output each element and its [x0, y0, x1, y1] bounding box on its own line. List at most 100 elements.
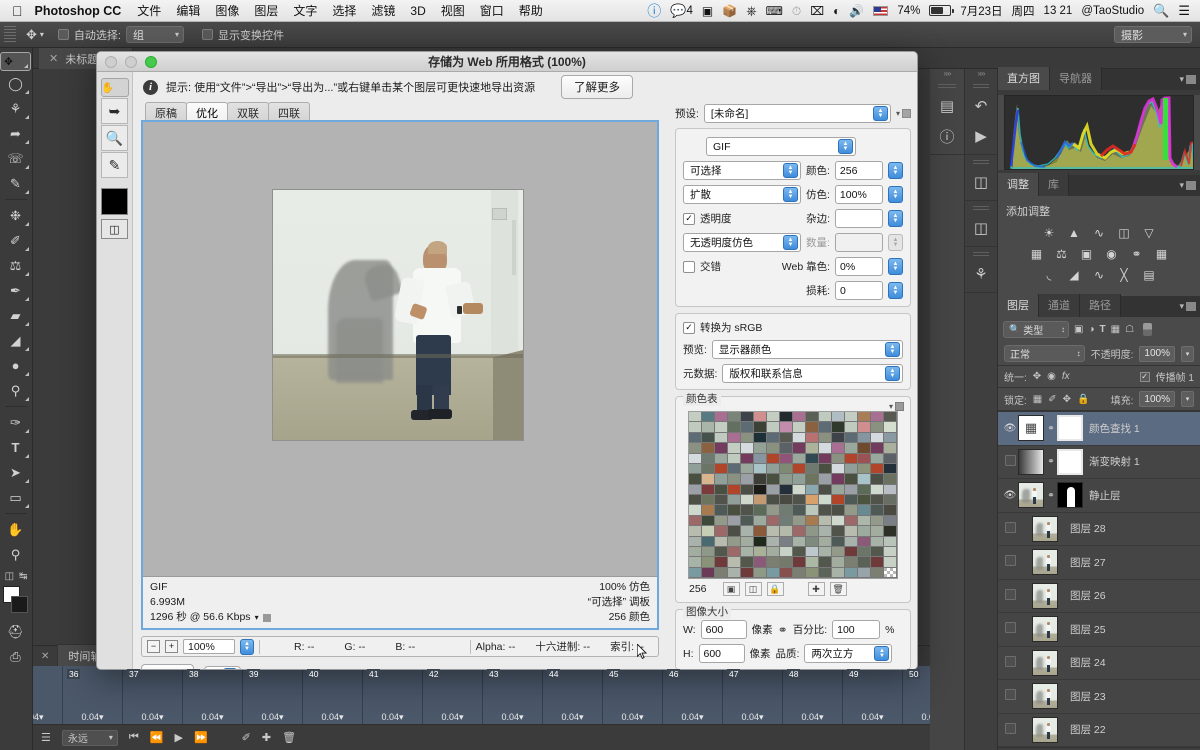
- screen-mode-toggle[interactable]: ⎙: [0, 644, 31, 669]
- color-swatch[interactable]: [741, 443, 754, 453]
- blend-mode-select[interactable]: 正常: [1004, 345, 1085, 362]
- color-swatch[interactable]: [819, 537, 832, 547]
- menu-layer[interactable]: 图层: [254, 2, 278, 19]
- color-swatch[interactable]: [689, 516, 702, 526]
- color-swatch[interactable]: [819, 474, 832, 484]
- layer-thumbnail[interactable]: ▦: [1018, 415, 1044, 441]
- color-swatch[interactable]: [780, 495, 793, 505]
- tab-layers[interactable]: 图层: [998, 294, 1039, 317]
- zoom-tool[interactable]: 🔍: [101, 125, 128, 151]
- dodge-tool[interactable]: ⚲: [0, 378, 31, 403]
- timeline-frame[interactable]: 43 0.04▾: [483, 666, 543, 724]
- matte-stepper[interactable]: ▲▼: [888, 210, 903, 227]
- lock-position-icon[interactable]: ✥: [1063, 394, 1071, 405]
- color-swatch[interactable]: [689, 568, 702, 578]
- path-selection-tool[interactable]: ➤: [0, 460, 31, 485]
- delete-color-icon[interactable]: 🗑: [830, 582, 847, 596]
- menu-filter[interactable]: 滤镜: [371, 2, 395, 19]
- color-swatch[interactable]: [832, 547, 845, 557]
- color-swatch[interactable]: [793, 557, 806, 567]
- timeline-frame[interactable]: 44 0.04▾: [543, 666, 603, 724]
- color-swatch[interactable]: [806, 526, 819, 536]
- web-snap-input[interactable]: 0%: [835, 257, 883, 276]
- color-swatch[interactable]: [884, 526, 897, 536]
- history-brush-tool[interactable]: ✒: [0, 278, 31, 303]
- frame-delay[interactable]: 0.04▾: [183, 712, 242, 723]
- color-swatch[interactable]: [702, 516, 715, 526]
- frame-delay[interactable]: 0.04▾: [123, 712, 182, 723]
- notification-center-icon[interactable]: ☰: [1178, 4, 1190, 17]
- color-balance-icon[interactable]: ⚖: [1053, 246, 1070, 261]
- layer-thumbnail[interactable]: [1032, 683, 1058, 709]
- timeline-frame[interactable]: 50 0.04▾: [903, 666, 930, 724]
- frame-delay[interactable]: 0.04▾: [63, 712, 122, 723]
- color-swatch[interactable]: [806, 422, 819, 432]
- color-swatch[interactable]: [858, 422, 871, 432]
- color-swatch[interactable]: [689, 454, 702, 464]
- timeline-frame[interactable]: 49 0.04▾: [843, 666, 903, 724]
- color-swatch[interactable]: [806, 568, 819, 578]
- keyboard-icon[interactable]: ⌨: [766, 5, 783, 17]
- black-white-icon[interactable]: ▣: [1078, 246, 1095, 261]
- color-swatch[interactable]: [819, 464, 832, 474]
- color-swatch[interactable]: [858, 464, 871, 474]
- color-swatch[interactable]: [702, 474, 715, 484]
- close-window-button[interactable]: [105, 56, 117, 68]
- color-swatch[interactable]: [793, 537, 806, 547]
- color-swatch[interactable]: [689, 412, 702, 422]
- unify-visibility-icon[interactable]: ◉: [1047, 371, 1056, 382]
- smart-filter-icon[interactable]: ☖: [1125, 324, 1134, 335]
- color-swatch[interactable]: [793, 547, 806, 557]
- color-swatch[interactable]: [702, 557, 715, 567]
- zoom-in-button[interactable]: +: [165, 640, 178, 653]
- color-swatch[interactable]: [754, 412, 767, 422]
- layer-comps-panel-icon[interactable]: ◫: [965, 167, 997, 197]
- selective-color-icon[interactable]: ╳: [1116, 267, 1133, 282]
- properties-panel-icon[interactable]: ▤: [930, 91, 964, 121]
- curves-icon[interactable]: ∿: [1091, 225, 1108, 240]
- color-swatch[interactable]: [832, 485, 845, 495]
- dither-algorithm-select[interactable]: 扩散 ▲▼: [683, 185, 801, 204]
- layer-mask-thumbnail[interactable]: [1057, 449, 1083, 475]
- color-swatch[interactable]: [754, 526, 767, 536]
- delete-frame-icon[interactable]: 🗑: [282, 731, 296, 744]
- layer-visibility-icon[interactable]: 👁: [1002, 490, 1018, 501]
- gradient-tool[interactable]: ◢: [0, 328, 31, 353]
- timeline-frame[interactable]: 41 0.04▾: [363, 666, 423, 724]
- blur-tool[interactable]: ●: [0, 353, 31, 378]
- creative-cloud-icon[interactable]: ⎈: [746, 4, 756, 17]
- layer-visibility-icon[interactable]: [1002, 723, 1018, 737]
- color-lookup-icon[interactable]: ▦: [1153, 246, 1170, 261]
- timeline-frame[interactable]: 35 0.04▾: [33, 666, 63, 724]
- color-swatch[interactable]: [754, 454, 767, 464]
- layer-row[interactable]: 图层 26: [998, 580, 1200, 614]
- window-controls[interactable]: [105, 56, 157, 68]
- zoom-out-button[interactable]: −: [147, 640, 160, 653]
- dropbox-icon[interactable]: 📦: [722, 5, 737, 17]
- web-snap-stepper[interactable]: ▲▼: [888, 258, 903, 275]
- color-swatch[interactable]: [741, 412, 754, 422]
- color-swatch[interactable]: [715, 433, 728, 443]
- color-swatch[interactable]: [767, 526, 780, 536]
- color-swatch[interactable]: [832, 474, 845, 484]
- color-swatch[interactable]: [793, 516, 806, 526]
- menu-file[interactable]: 文件: [137, 2, 161, 19]
- color-swatch[interactable]: [884, 485, 897, 495]
- color-swatch[interactable]: [728, 568, 741, 578]
- layer-visibility-icon[interactable]: [1002, 455, 1018, 469]
- color-swatch[interactable]: [819, 516, 832, 526]
- color-swatch[interactable]: [689, 422, 702, 432]
- exposure-icon[interactable]: ◫: [1116, 225, 1133, 240]
- browser-stepper[interactable]: ▲▼: [223, 668, 237, 670]
- color-swatch[interactable]: [871, 516, 884, 526]
- layer-row[interactable]: 图层 25: [998, 613, 1200, 647]
- color-swatch[interactable]: [845, 412, 858, 422]
- color-swatch[interactable]: [702, 537, 715, 547]
- color-swatch[interactable]: [884, 568, 897, 578]
- color-swatch[interactable]: [806, 557, 819, 567]
- layer-thumbnail[interactable]: [1018, 482, 1044, 508]
- lock-image-icon[interactable]: ✐: [1048, 394, 1056, 405]
- frame-delay[interactable]: 0.04▾: [723, 712, 782, 723]
- color-swatch[interactable]: [819, 557, 832, 567]
- timemachine-icon[interactable]: ⏱: [792, 5, 801, 17]
